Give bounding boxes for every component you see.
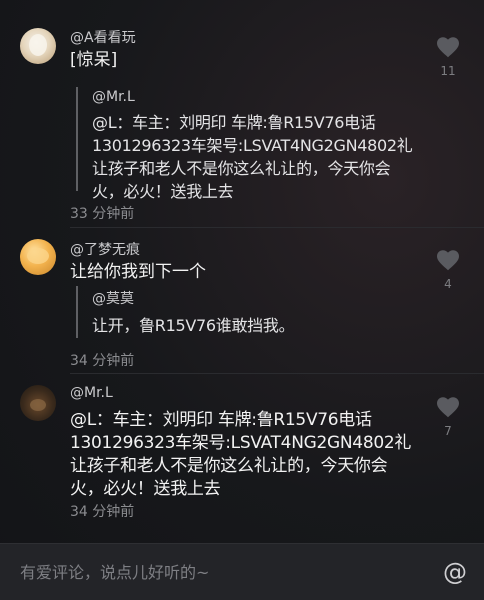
avatar-image bbox=[29, 34, 47, 56]
comment-username[interactable]: @A看看玩 bbox=[70, 27, 136, 47]
heart-icon bbox=[437, 250, 459, 271]
like-count: 7 bbox=[444, 424, 452, 438]
comment-input[interactable] bbox=[0, 544, 430, 600]
comment-text: [惊呆] bbox=[70, 50, 118, 70]
like-button[interactable]: 4 bbox=[428, 249, 468, 291]
at-icon: @ bbox=[443, 558, 467, 586]
comment-timestamp: 33 分钟前 bbox=[70, 206, 135, 222]
comment-list[interactable]: @A看看玩 [惊呆] @Mr.L @L：车主：刘明印 车牌:鲁R15V76电话1… bbox=[0, 0, 484, 543]
comment-input-bar: @ bbox=[0, 543, 484, 600]
comment-username[interactable]: @Mr.L bbox=[70, 385, 113, 401]
like-button[interactable]: 11 bbox=[428, 36, 468, 78]
heart-icon bbox=[437, 397, 459, 418]
avatar[interactable] bbox=[20, 385, 56, 421]
quoted-username[interactable]: @莫莫 bbox=[92, 288, 406, 308]
comment-text: 让给你我到下一个 bbox=[70, 262, 206, 282]
quoted-text: @L：车主：刘明印 车牌:鲁R15V76电话1301296323车架号:LSVA… bbox=[92, 113, 413, 201]
comment-screen: @A看看玩 [惊呆] @Mr.L @L：车主：刘明印 车牌:鲁R15V76电话1… bbox=[0, 0, 484, 600]
quoted-reply[interactable]: @莫莫 让开，鲁R15V76谁敢挡我。 bbox=[76, 286, 406, 338]
comment-username[interactable]: @了梦无痕 bbox=[70, 239, 140, 259]
comment-timestamp: 34 分钟前 bbox=[70, 353, 135, 369]
comment-timestamp: 34 分钟前 bbox=[70, 504, 135, 520]
like-count: 4 bbox=[444, 277, 452, 291]
quoted-username[interactable]: @Mr.L bbox=[92, 89, 406, 105]
avatar-image bbox=[27, 248, 49, 264]
like-count: 11 bbox=[440, 64, 456, 78]
avatar-image bbox=[30, 399, 46, 411]
avatar[interactable] bbox=[20, 28, 56, 64]
avatar[interactable] bbox=[20, 239, 56, 275]
comment-item[interactable]: @Mr.L @L：车主：刘明印 车牌:鲁R15V76电话1301296323车架… bbox=[0, 374, 484, 531]
comment-item[interactable]: @了梦无痕 让给你我到下一个 @莫莫 让开，鲁R15V76谁敢挡我。 34 分钟… bbox=[0, 228, 484, 374]
comment-item[interactable]: @A看看玩 [惊呆] @Mr.L @L：车主：刘明印 车牌:鲁R15V76电话1… bbox=[0, 0, 484, 228]
quoted-reply[interactable]: @Mr.L @L：车主：刘明印 车牌:鲁R15V76电话1301296323车架… bbox=[76, 87, 413, 201]
heart-icon bbox=[437, 37, 459, 58]
like-button[interactable]: 7 bbox=[428, 396, 468, 438]
quoted-text: 让开，鲁R15V76谁敢挡我。 bbox=[92, 316, 295, 335]
comment-text: @L：车主：刘明印 车牌:鲁R15V76电话1301296323车架号:LSVA… bbox=[70, 410, 412, 499]
mention-button[interactable]: @ bbox=[440, 557, 470, 587]
